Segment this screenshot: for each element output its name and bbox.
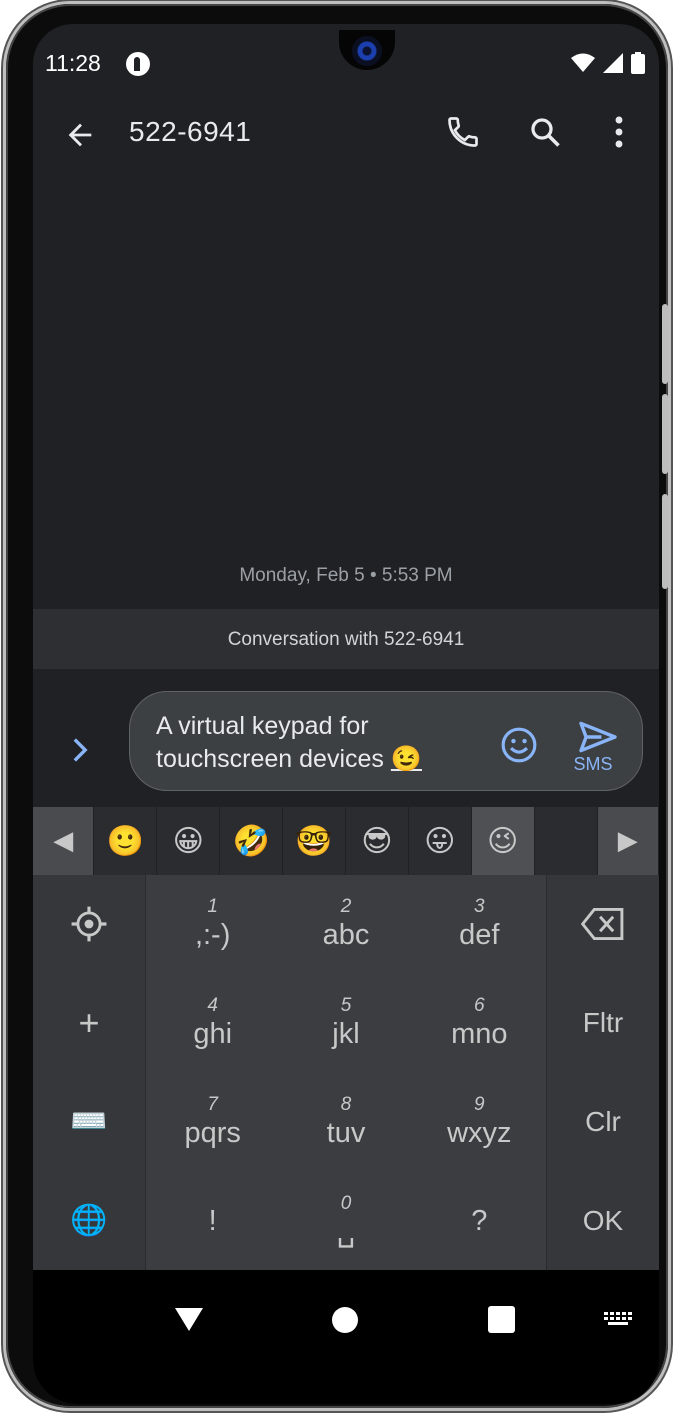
key-letters: abc xyxy=(322,919,370,952)
chevron-right-icon[interactable] xyxy=(71,737,89,763)
keypad-key-exclamation[interactable]: ! xyxy=(146,1171,279,1270)
key-letters: jkl xyxy=(332,1018,360,1051)
phone-frame: 11:28 522-6941 Monday, Feb 5 • 5:53 PM C… xyxy=(6,4,668,1408)
keypad-key-9[interactable]: 9 wxyz xyxy=(413,1073,546,1172)
nav-back-icon[interactable] xyxy=(174,1306,204,1332)
key-letters: mno xyxy=(451,1018,508,1051)
key-letters: ghi xyxy=(193,1018,233,1051)
key-letters: wxyz xyxy=(447,1116,512,1149)
key-number: 1 xyxy=(207,896,218,918)
keypad-key-8[interactable]: 8 tuv xyxy=(279,1073,412,1172)
keypad-key-5[interactable]: 5 jkl xyxy=(279,974,412,1073)
keypad-key-question[interactable]: ? xyxy=(413,1171,546,1270)
key-number: 3 xyxy=(474,896,485,918)
emoji-picker-icon[interactable] xyxy=(500,726,538,764)
keypad-key-7[interactable]: 7 pqrs xyxy=(146,1073,279,1172)
keypad-key-0-space[interactable]: 0 ␣ xyxy=(279,1171,412,1270)
virtual-keypad: + ⌨️ 🌐 1 ,:-) 2 abc 3 def 4 ghi 5 jkl 6 mno 7p… xyxy=(33,875,659,1270)
volume-down-button xyxy=(662,394,668,474)
keypad-key-6[interactable]: 6 mno xyxy=(413,974,546,1073)
search-icon[interactable] xyxy=(527,114,563,150)
keypad-key-1[interactable]: 1 ,:-) xyxy=(146,875,279,974)
key-number: 9 xyxy=(474,1093,485,1115)
more-options-icon[interactable] xyxy=(605,114,633,150)
send-sms-label[interactable]: SMS xyxy=(568,754,618,775)
key-letters: ? xyxy=(471,1204,488,1237)
backspace-icon xyxy=(581,908,624,941)
app-bar: 522-6941 xyxy=(33,104,659,168)
emoji-suggestion[interactable]: 🤣 xyxy=(220,807,284,875)
key-number: 7 xyxy=(207,1093,218,1115)
settings-icon xyxy=(71,906,107,942)
keypad-left-column: + ⌨️ 🌐 xyxy=(33,875,145,1270)
message-text[interactable]: A virtual keypad for touchscreen devices… xyxy=(156,710,476,776)
emoji-suggestion-selected[interactable]: 😉 xyxy=(471,807,535,875)
status-time: 11:28 xyxy=(45,50,101,76)
notification-icon xyxy=(126,52,150,76)
volume-up-button xyxy=(662,304,668,384)
keypad-filter-key[interactable]: Fltr xyxy=(547,974,659,1073)
key-number: 2 xyxy=(340,896,352,918)
system-navigation-bar xyxy=(33,1270,659,1404)
key-number: 6 xyxy=(474,995,485,1017)
emoji-suggestion-bar: ◀ 🙂 😀 🤣 🤓 😎 😛 😉 ▶ xyxy=(33,807,659,875)
keypad-settings-key[interactable] xyxy=(33,875,145,974)
nav-home-icon[interactable] xyxy=(331,1306,359,1334)
cell-signal-icon xyxy=(603,53,623,73)
status-bar: 11:28 xyxy=(33,24,659,94)
screen: 11:28 522-6941 Monday, Feb 5 • 5:53 PM C… xyxy=(33,24,659,1404)
back-arrow-icon[interactable] xyxy=(63,118,97,152)
emoji-scroll-left-button[interactable]: ◀ xyxy=(33,807,95,875)
conversation-banner: Conversation with 522-6941 xyxy=(33,609,659,669)
keypad-digit-grid: 1 ,:-) 2 abc 3 def 4 ghi 5 jkl 6 mno 7 pqrs 8 tu… xyxy=(145,875,547,1270)
emoji-suggestion[interactable]: 😎 xyxy=(345,807,409,875)
key-letters: def xyxy=(459,919,500,952)
key-letters: ,:-) xyxy=(194,919,231,952)
key-letters: pqrs xyxy=(184,1116,241,1149)
message-text-line-2: touchscreen devices xyxy=(156,745,384,773)
send-icon[interactable] xyxy=(568,720,628,754)
keypad-key-3[interactable]: 3 def xyxy=(413,875,546,974)
plus-icon: + xyxy=(78,1002,100,1044)
keypad-keyboard-key[interactable]: ⌨️ xyxy=(33,1073,145,1172)
keypad-plus-key[interactable]: + xyxy=(33,974,145,1073)
keyboard-switch-icon[interactable] xyxy=(604,1312,634,1328)
emoji-suggestion[interactable]: 🙂 xyxy=(94,807,158,875)
wifi-icon xyxy=(571,53,595,72)
message-emoji: 😉 xyxy=(390,745,422,773)
key-number: 8 xyxy=(340,1093,352,1115)
phone-call-icon[interactable] xyxy=(445,114,481,150)
keypad-language-key[interactable]: 🌐 xyxy=(33,1171,145,1270)
keypad-ok-key[interactable]: OK xyxy=(547,1171,659,1270)
keypad-clear-key[interactable]: Clr xyxy=(547,1073,659,1172)
emoji-suggestion[interactable]: 😀 xyxy=(157,807,221,875)
emoji-suggestion-empty[interactable] xyxy=(534,807,598,875)
conversation-title: 522-6941 xyxy=(129,116,252,147)
key-number: 0 xyxy=(340,1192,352,1214)
message-timestamp: Monday, Feb 5 • 5:53 PM xyxy=(239,565,453,586)
nav-recents-icon[interactable] xyxy=(488,1306,515,1333)
emoji-scroll-right-button[interactable]: ▶ xyxy=(597,807,659,875)
globe-icon: 🌐 xyxy=(70,1204,108,1238)
message-input[interactable]: A virtual keypad for touchscreen devices… xyxy=(129,691,643,791)
space-icon: ␣ xyxy=(336,1215,356,1248)
key-number: 4 xyxy=(207,995,218,1017)
keypad-backspace-key[interactable] xyxy=(547,875,659,974)
power-button xyxy=(662,494,668,589)
emoji-suggestion[interactable]: 🤓 xyxy=(283,807,346,875)
compose-area: A virtual keypad for touchscreen devices… xyxy=(33,669,659,807)
keypad-right-column: Fltr Clr OK xyxy=(547,875,659,1270)
key-letters: tuv xyxy=(326,1116,366,1149)
key-letters: ! xyxy=(208,1204,217,1237)
keyboard-icon: ⌨️ xyxy=(70,1105,108,1139)
emoji-suggestion[interactable]: 😛 xyxy=(408,807,472,875)
message-text-line-1: A virtual keypad for xyxy=(156,712,369,740)
key-number: 5 xyxy=(340,995,352,1017)
battery-icon xyxy=(631,52,645,74)
keypad-key-4[interactable]: 4 ghi xyxy=(146,974,279,1073)
keypad-key-2[interactable]: 2 abc xyxy=(279,875,412,974)
